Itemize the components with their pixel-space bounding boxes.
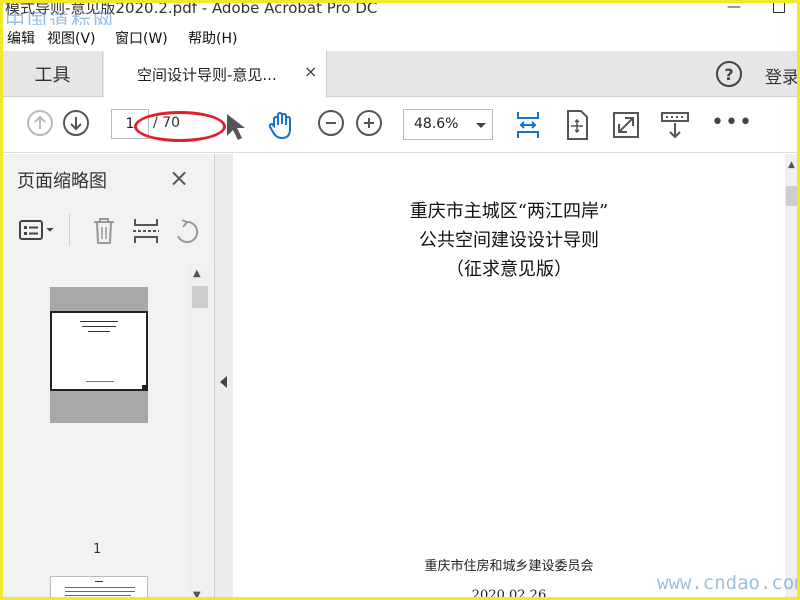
tab-tools[interactable]: 工具 (3, 51, 103, 97)
panel-collapse-strip[interactable] (215, 154, 233, 597)
hand-tool-icon[interactable] (265, 108, 299, 142)
options-menu-icon[interactable] (19, 218, 59, 244)
zoom-value: 48.6% (414, 116, 459, 132)
scroll-up-icon[interactable]: ▲ (788, 160, 795, 170)
menu-view[interactable]: 视图(V) (47, 28, 96, 48)
document-view[interactable]: 重庆市主城区“两江四岸” 公共空间建设设计导则 （征求意见版） 重庆市住房和城乡… (233, 154, 785, 597)
menu-bar: 编辑 视图(V) 窗口(W) 帮助(H) (3, 25, 797, 49)
document-title-line-3: （征求意见版） (446, 259, 572, 280)
panel-toolbar (3, 212, 215, 252)
select-cursor-icon[interactable] (219, 108, 253, 142)
watermark-url: www.cndao.com (657, 572, 800, 594)
panel-close-icon[interactable]: × (169, 164, 189, 192)
document-scrollbar[interactable]: ▲ (785, 154, 797, 597)
scrollbar-thumb[interactable] (786, 186, 797, 206)
zoom-select[interactable]: 48.6% (403, 109, 493, 140)
menu-window[interactable]: 窗口(W) (115, 28, 168, 48)
collapse-arrow-icon[interactable] (220, 376, 227, 388)
thumbnail-panel: 页面缩略图 × 1 ▲ ▼ (3, 154, 215, 597)
maximize-button[interactable] (773, 3, 785, 13)
next-page-button[interactable] (63, 110, 89, 136)
previous-page-button[interactable] (27, 110, 53, 136)
highlight-annotation-oval (134, 111, 226, 142)
scrollbar-thumb[interactable] (192, 286, 208, 308)
fit-width-icon[interactable] (511, 108, 545, 142)
help-icon[interactable]: ? (716, 61, 742, 87)
tab-document-label: 空间设计导则-意见... (137, 66, 277, 84)
rotate-icon[interactable] (173, 218, 201, 246)
chevron-down-icon (476, 123, 486, 128)
delete-icon[interactable] (91, 216, 117, 246)
thumbnail-page-number: 1 (93, 542, 102, 557)
app-window: 模式导则-意见版2020.2.pdf - Adobe Acrobat Pro D… (0, 0, 800, 600)
menu-help[interactable]: 帮助(H) (188, 28, 237, 48)
zoom-out-button[interactable] (318, 110, 344, 136)
arrow-up-icon (34, 115, 46, 129)
scroll-mode-icon[interactable] (658, 108, 692, 142)
toolbar: 1 / 70 48.6% ••• (3, 98, 797, 153)
minimize-button[interactable]: — (727, 3, 741, 15)
resize-handle[interactable] (142, 385, 148, 391)
title-bar: 模式导则-意见版2020.2.pdf - Adobe Acrobat Pro D… (3, 3, 797, 23)
tab-document[interactable]: 空间设计导则-意见... × (104, 51, 327, 98)
thumbnail-scrollbar[interactable]: ▲ ▼ (189, 264, 209, 597)
thumbnail-page-1[interactable] (50, 287, 148, 423)
document-title-line-1: 重庆市主城区“两江四岸” (409, 201, 609, 222)
login-link[interactable]: 登录 (765, 63, 797, 88)
tab-bar: 工具 空间设计导则-意见... × ? 登录 (3, 51, 797, 98)
scroll-down-icon[interactable]: ▼ (193, 590, 201, 597)
thumbnail-page-2[interactable] (50, 576, 148, 597)
divider (69, 214, 70, 246)
arrow-down-icon (70, 117, 82, 131)
document-title-line-2: 公共空间建设设计导则 (419, 230, 599, 251)
full-screen-icon[interactable] (609, 108, 643, 142)
scroll-up-icon[interactable]: ▲ (193, 268, 201, 279)
menu-edit[interactable]: 编辑 (7, 28, 35, 48)
panel-title: 页面缩略图 (17, 171, 107, 192)
minus-icon (326, 122, 336, 124)
zoom-in-button[interactable] (356, 110, 382, 136)
plus-icon (364, 118, 374, 128)
tab-close-icon[interactable]: × (304, 62, 317, 81)
extract-pages-icon[interactable] (131, 216, 161, 246)
more-tools-icon[interactable]: ••• (711, 110, 753, 135)
thumbnail-list: 1 (15, 264, 201, 597)
fit-page-icon[interactable] (560, 108, 594, 142)
thumbnail-page-1-content (50, 311, 148, 391)
